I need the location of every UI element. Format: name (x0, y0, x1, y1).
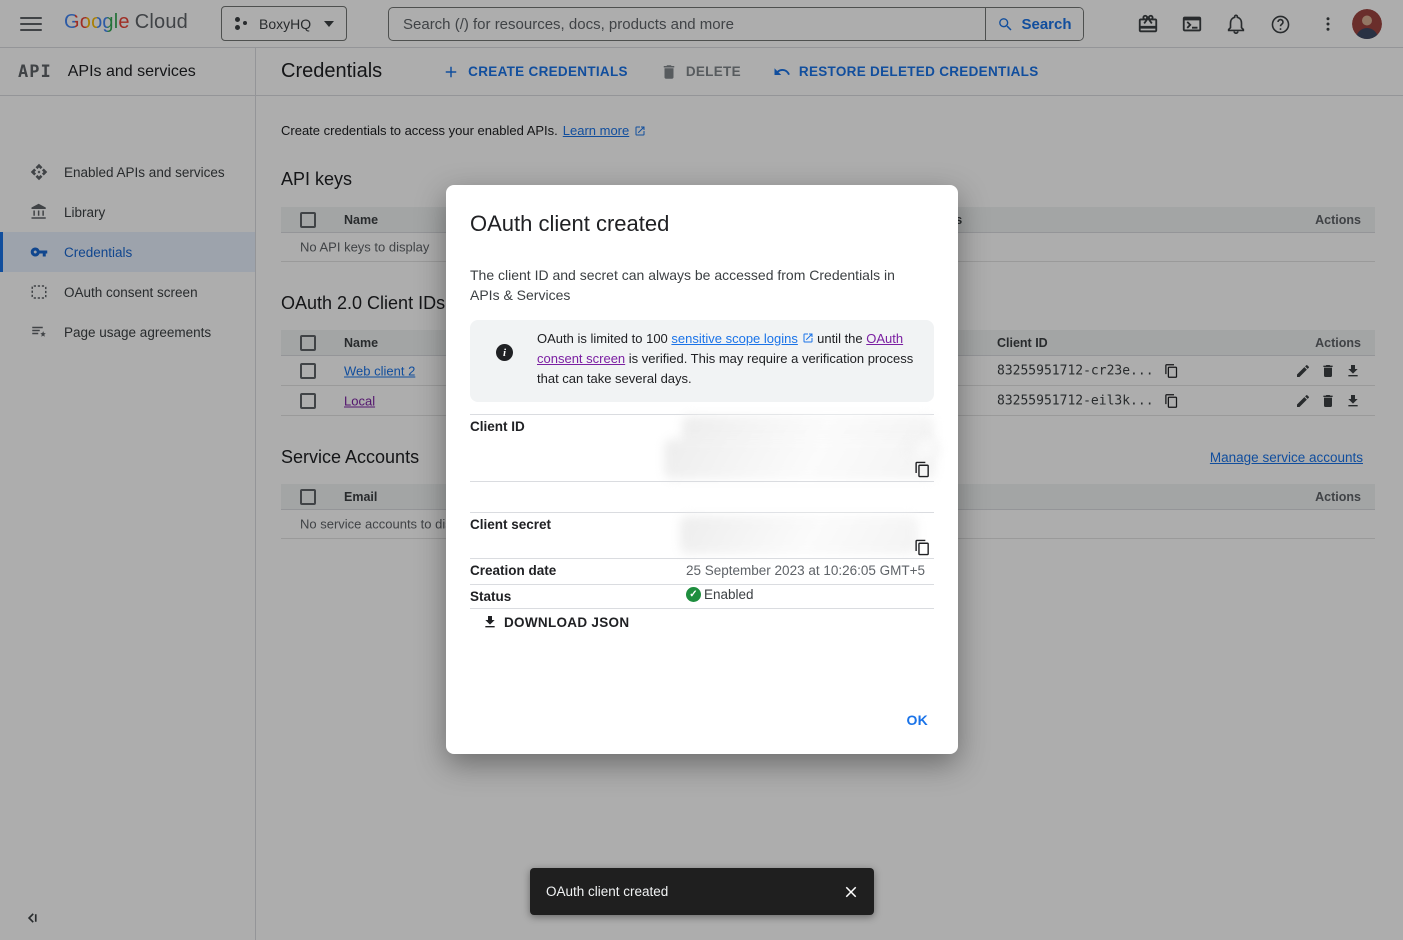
status-value: Enabled (704, 587, 754, 602)
sensitive-scope-logins-link[interactable]: sensitive scope logins (671, 331, 797, 346)
copy-client-secret-icon[interactable] (914, 539, 931, 556)
copy-client-id-icon[interactable] (914, 461, 931, 478)
creation-date-value: 25 September 2023 at 10:26:05 GMT+5 (686, 563, 925, 578)
divider (470, 481, 934, 482)
toast-message: OAuth client created (546, 884, 842, 899)
dialog-subtitle: The client ID and secret can always be a… (470, 265, 910, 305)
info-icon: i (496, 344, 513, 361)
notice-text: OAuth is limited to 100 sensitive scope … (537, 329, 929, 389)
divider (470, 414, 934, 415)
ok-button[interactable]: OK (901, 708, 935, 732)
check-circle-icon: ✓ (686, 587, 701, 602)
dialog-title: OAuth client created (470, 211, 669, 237)
creation-date-label: Creation date (470, 563, 556, 578)
divider (470, 512, 934, 513)
notice-banner: i OAuth is limited to 100 sensitive scop… (470, 320, 934, 402)
close-icon[interactable] (842, 883, 860, 901)
oauth-client-created-dialog: OAuth client created The client ID and s… (446, 185, 958, 754)
client-secret-redacted (680, 516, 918, 554)
status-badge: ✓ Enabled (686, 587, 754, 602)
external-link-icon (802, 332, 814, 344)
client-id-redacted (664, 439, 936, 479)
download-json-button[interactable]: DOWNLOAD JSON (482, 614, 629, 630)
client-secret-label: Client secret (470, 517, 551, 532)
client-id-redacted (906, 440, 940, 458)
snackbar-toast: OAuth client created (530, 868, 874, 915)
divider (470, 608, 934, 609)
divider (470, 558, 934, 559)
divider (470, 584, 934, 585)
status-label: Status (470, 589, 511, 604)
download-icon (482, 614, 498, 630)
client-id-label: Client ID (470, 419, 525, 434)
